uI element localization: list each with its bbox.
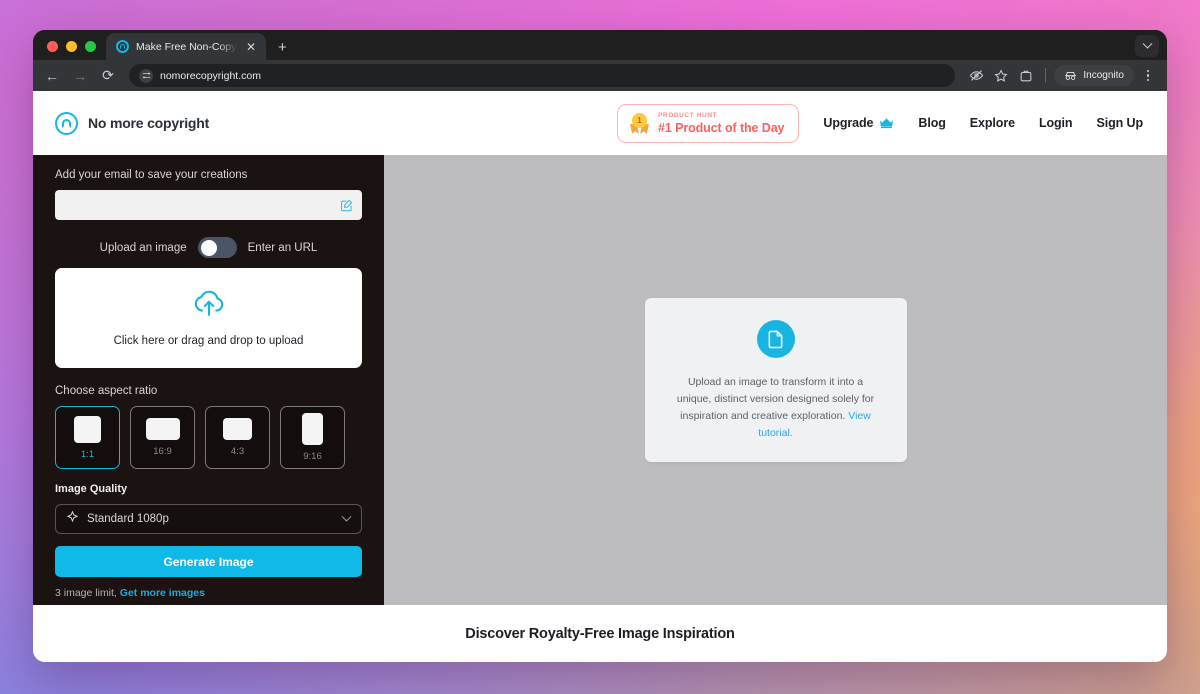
document-icon [756, 320, 795, 358]
browser-tab[interactable]: Make Free Non-Copyright Ima ✕ [106, 33, 266, 60]
minimize-window-button[interactable] [66, 41, 77, 52]
image-quality-label: Image Quality [55, 483, 128, 495]
incognito-indicator[interactable]: Incognito [1054, 65, 1134, 86]
footer-heading: Discover Royalty-Free Image Inspiration [465, 625, 735, 642]
empty-state-text: Upload an image to transform it into a u… [671, 374, 881, 442]
site-logo[interactable]: No more copyright [55, 111, 210, 135]
tab-title: Make Free Non-Copyright Ima [136, 40, 237, 53]
chevron-down-icon [1142, 38, 1152, 49]
tab-favicon-icon [116, 40, 129, 53]
forward-button[interactable]: → [67, 63, 93, 89]
email-label: Add your email to save your creations [55, 169, 248, 181]
browser-toolbar: ← → ⟳ nomorecopyright.com Incognito [33, 60, 1167, 91]
aspect-ratio-label: Choose aspect ratio [55, 385, 158, 397]
ratio-preview [223, 418, 252, 440]
chevron-down-icon[interactable] [341, 511, 352, 522]
site-settings-icon[interactable] [139, 68, 153, 83]
aspect-ratio-1-1[interactable]: 1:1 [55, 406, 120, 469]
aspect-ratio-16-9-label: 16:9 [153, 446, 172, 457]
nav-upgrade[interactable]: Upgrade [823, 116, 894, 130]
source-toggle[interactable] [197, 237, 237, 258]
browser-window: Make Free Non-Copyright Ima ✕ + ← → ⟳ no… [33, 30, 1167, 662]
aspect-ratio-group: 1:1 16:9 4:3 9:16 [55, 406, 362, 469]
incognito-label: Incognito [1083, 70, 1124, 81]
hide-password-icon[interactable] [965, 65, 987, 87]
toolbar-actions: Incognito [965, 65, 1159, 87]
image-quality-value: Standard 1080p [87, 513, 169, 525]
web-page: No more copyright 1 PRODUCT HUNT #1 Prod… [33, 91, 1167, 662]
email-field[interactable] [55, 190, 362, 220]
reload-button[interactable]: ⟳ [95, 63, 121, 89]
nav-signup[interactable]: Sign Up [1096, 116, 1143, 130]
bookmark-star-icon[interactable] [990, 65, 1012, 87]
aspect-ratio-9-16[interactable]: 9:16 [280, 406, 345, 469]
dropzone-text: Click here or drag and drop to upload [113, 334, 304, 347]
nav-login[interactable]: Login [1039, 116, 1073, 130]
crown-icon [879, 117, 894, 129]
medal-icon: 1 [630, 112, 649, 134]
sparkle-icon [66, 510, 79, 528]
close-window-button[interactable] [47, 41, 58, 52]
brand-name: No more copyright [88, 115, 210, 131]
close-tab-icon[interactable]: ✕ [244, 39, 258, 55]
product-hunt-title: #1 Product of the Day [658, 120, 785, 135]
nav-upgrade-label: Upgrade [823, 116, 874, 130]
controls-sidebar: Add your email to save your creations Up… [33, 155, 384, 605]
new-tab-button[interactable]: + [278, 40, 287, 55]
tab-search-button[interactable] [1135, 35, 1159, 57]
extensions-icon[interactable] [1015, 65, 1037, 87]
empty-state-card: Upload an image to transform it into a u… [644, 298, 907, 462]
browser-menu-button[interactable] [1137, 65, 1159, 87]
nav-blog[interactable]: Blog [918, 116, 945, 130]
aspect-ratio-9-16-label: 9:16 [303, 451, 322, 462]
ratio-preview [302, 413, 323, 445]
app-body: Add your email to save your creations Up… [33, 155, 1167, 605]
aspect-ratio-16-9[interactable]: 16:9 [130, 406, 195, 469]
toggle-left-label: Upload an image [99, 241, 187, 254]
logo-icon [55, 111, 78, 135]
aspect-ratio-4-3[interactable]: 4:3 [205, 406, 270, 469]
browser-tab-strip: Make Free Non-Copyright Ima ✕ + [33, 30, 1167, 60]
back-button[interactable]: ← [39, 63, 65, 89]
aspect-ratio-4-3-label: 4:3 [230, 446, 245, 457]
get-more-images-link[interactable]: Get more images [120, 587, 205, 599]
toggle-right-label: Enter an URL [247, 241, 318, 254]
ratio-preview [145, 418, 180, 440]
edit-icon[interactable] [340, 199, 353, 212]
aspect-ratio-1-1-label: 1:1 [80, 448, 95, 460]
medal-rank: 1 [632, 112, 647, 128]
url-text: nomorecopyright.com [160, 69, 261, 82]
source-toggle-row: Upload an image Enter an URL [55, 237, 362, 258]
empty-state-message: Upload an image to transform it into a u… [676, 376, 875, 422]
maximize-window-button[interactable] [85, 41, 96, 52]
ratio-preview [74, 415, 101, 443]
generate-image-button[interactable]: Generate Image [55, 546, 362, 577]
cloud-upload-icon [192, 290, 226, 322]
image-limit-label: 3 image limit, [55, 587, 117, 599]
product-hunt-eyebrow: PRODUCT HUNT [658, 111, 718, 119]
nav-explore[interactable]: Explore [970, 116, 1015, 130]
image-quality-select[interactable]: Standard 1080p [55, 504, 362, 534]
preview-canvas: Upload an image to transform it into a u… [384, 155, 1167, 605]
toolbar-divider [1045, 68, 1047, 83]
image-limit-text: 3 image limit, Get more images [55, 587, 362, 599]
window-controls [43, 41, 106, 60]
upload-dropzone[interactable]: Click here or drag and drop to upload [55, 268, 362, 368]
address-bar[interactable]: nomorecopyright.com [129, 64, 956, 87]
main-nav: Upgrade Blog Explore Login Sign Up [823, 116, 1143, 130]
site-header: No more copyright 1 PRODUCT HUNT #1 Prod… [33, 91, 1167, 155]
product-hunt-badge[interactable]: 1 PRODUCT HUNT #1 Product of the Day [617, 103, 800, 143]
page-footer: Discover Royalty-Free Image Inspiration [33, 605, 1167, 662]
header-right: 1 PRODUCT HUNT #1 Product of the Day Upg… [617, 103, 1143, 143]
